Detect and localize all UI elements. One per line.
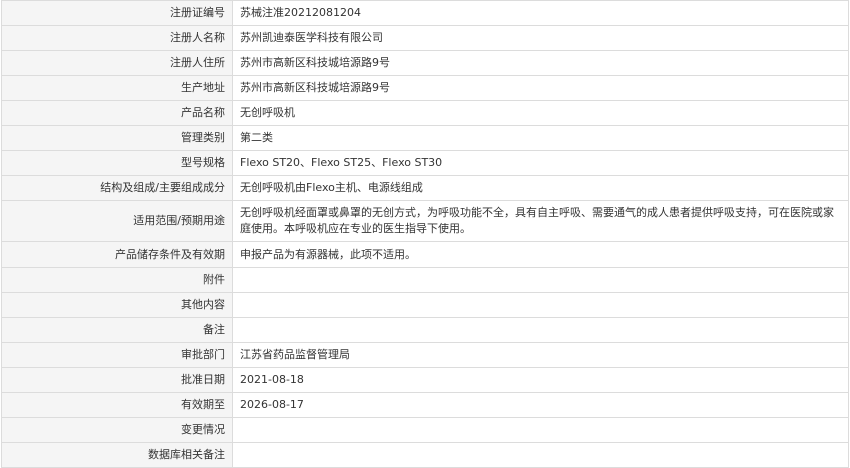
field-value [232,317,849,343]
field-value: 第二类 [232,125,849,151]
field-value: Flexo ST20、Flexo ST25、Flexo ST30 [232,150,849,176]
row-production-address: 生产地址 苏州市高新区科技城培源路9号 [1,75,849,101]
field-value: 2021-08-18 [232,367,849,393]
field-value [232,417,849,443]
field-label: 结构及组成/主要组成成分 [1,175,233,201]
field-value: 申报产品为有源器械，此项不适用。 [232,241,849,268]
field-value [232,292,849,318]
field-value: 无创呼吸机 [232,100,849,126]
row-other-content: 其他内容 [1,292,849,318]
row-structure-composition: 结构及组成/主要组成成分 无创呼吸机由Flexo主机、电源线组成 [1,175,849,201]
row-product-name: 产品名称 无创呼吸机 [1,100,849,126]
registration-info-table: 注册证编号 苏械注准20212081204 注册人名称 苏州凯迪泰医学科技有限公… [1,0,849,468]
field-label: 批准日期 [1,367,233,393]
field-value: 苏州市高新区科技城培源路9号 [232,50,849,76]
field-label: 其他内容 [1,292,233,318]
field-label: 变更情况 [1,417,233,443]
row-management-category: 管理类别 第二类 [1,125,849,151]
row-storage-validity: 产品储存条件及有效期 申报产品为有源器械，此项不适用。 [1,241,849,268]
field-label: 生产地址 [1,75,233,101]
field-label: 型号规格 [1,150,233,176]
field-value: 无创呼吸机由Flexo主机、电源线组成 [232,175,849,201]
row-valid-until: 有效期至 2026-08-17 [1,392,849,418]
row-attachments: 附件 [1,267,849,293]
field-value: 苏州凯迪泰医学科技有限公司 [232,25,849,51]
field-value: 苏械注准20212081204 [232,0,849,26]
field-value: 2026-08-17 [232,392,849,418]
field-value: 无创呼吸机经面罩或鼻罩的无创方式，为呼吸功能不全，具有自主呼吸、需要通气的成人患… [232,200,849,242]
row-registrant-address: 注册人住所 苏州市高新区科技城培源路9号 [1,50,849,76]
field-label: 管理类别 [1,125,233,151]
row-registrant-name: 注册人名称 苏州凯迪泰医学科技有限公司 [1,25,849,51]
field-label: 数据库相关备注 [1,442,233,468]
field-value: 苏州市高新区科技城培源路9号 [232,75,849,101]
row-intended-use: 适用范围/预期用途 无创呼吸机经面罩或鼻罩的无创方式，为呼吸功能不全，具有自主呼… [1,200,849,242]
field-value: 江苏省药品监督管理局 [232,342,849,368]
field-label: 有效期至 [1,392,233,418]
field-label: 审批部门 [1,342,233,368]
row-approval-department: 审批部门 江苏省药品监督管理局 [1,342,849,368]
row-approval-date: 批准日期 2021-08-18 [1,367,849,393]
field-label: 产品名称 [1,100,233,126]
row-registration-number: 注册证编号 苏械注准20212081204 [1,0,849,26]
row-database-notes: 数据库相关备注 [1,442,849,468]
field-label: 注册证编号 [1,0,233,26]
field-label: 产品储存条件及有效期 [1,241,233,268]
field-label: 注册人名称 [1,25,233,51]
field-label: 适用范围/预期用途 [1,200,233,242]
field-value [232,267,849,293]
row-model-spec: 型号规格 Flexo ST20、Flexo ST25、Flexo ST30 [1,150,849,176]
row-change-status: 变更情况 [1,417,849,443]
row-remarks: 备注 [1,317,849,343]
field-value [232,442,849,468]
field-label: 备注 [1,317,233,343]
field-label: 附件 [1,267,233,293]
field-label: 注册人住所 [1,50,233,76]
